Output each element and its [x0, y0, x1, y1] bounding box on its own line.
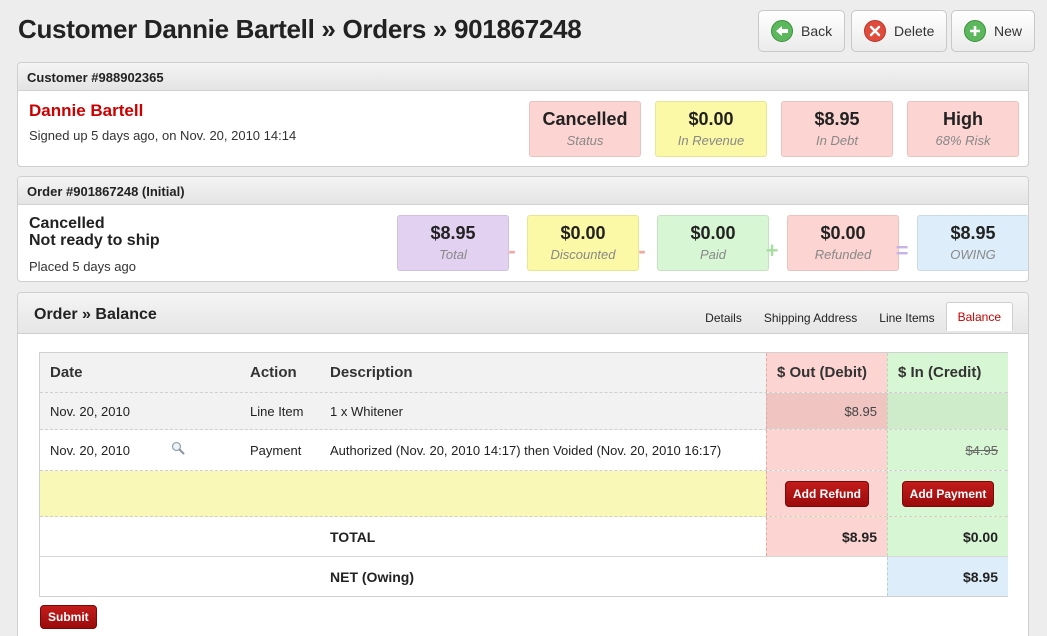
total-row: TOTAL $8.95 $0.00	[40, 517, 1008, 557]
col-action: Action	[250, 364, 297, 381]
row-out: $8.95	[766, 393, 887, 429]
row-in: $4.95	[887, 430, 1008, 470]
stat-value: $8.95	[950, 223, 996, 243]
add-payment-button[interactable]: Add Payment	[901, 480, 995, 507]
order-panel-header: Order #901867248 (Initial)	[18, 177, 1028, 205]
stat-value: $0.00	[688, 109, 734, 129]
stat-label: Refunded	[814, 247, 872, 262]
balance-table-header: Date Action Description $ Out (Debit) $ …	[40, 353, 1008, 393]
back-button-label: Back	[801, 23, 833, 39]
row-description: 1 x Whitener	[330, 403, 403, 419]
back-button[interactable]: Back	[758, 10, 846, 52]
balance-table: Date Action Description $ Out (Debit) $ …	[39, 352, 1008, 597]
stat-label: Discounted	[550, 247, 616, 262]
balance-title-balance: Balance	[95, 306, 157, 323]
stat-value: $8.95	[814, 109, 860, 129]
col-in-credit: $ In (Credit)	[887, 353, 1008, 392]
balance-title-order: Order	[34, 306, 78, 323]
new-button-label: New	[994, 23, 1023, 39]
submit-button[interactable]: Submit	[40, 605, 97, 629]
order-status-line1: Cancelled	[29, 215, 105, 232]
order-owing-stat: $8.95 OWING	[917, 215, 1028, 271]
row-out	[766, 430, 887, 470]
balance-panel: Order » Balance Details Shipping Address…	[17, 292, 1029, 636]
add-refund-cell: Add Refund	[766, 471, 887, 516]
table-row: Nov. 20, 2010 Line Item 1 x Whitener $8.…	[40, 393, 1008, 430]
row-date: Nov. 20, 2010	[50, 403, 130, 419]
stat-value: $0.00	[560, 223, 606, 243]
customer-revenue-stat: $0.00 In Revenue	[655, 101, 767, 157]
balance-panel-header: Order » Balance Details Shipping Address…	[18, 293, 1028, 334]
row-action: Payment	[250, 442, 302, 458]
balance-tabs: Details Shipping Address Line Items Bala…	[694, 301, 1013, 331]
col-out-debit: $ Out (Debit)	[766, 353, 887, 392]
customer-panel-header: Customer #988902365	[18, 63, 1028, 91]
new-button[interactable]: New	[951, 10, 1036, 52]
col-date: Date	[50, 364, 83, 381]
table-row: Nov. 20, 2010 Payment Authorized (Nov. 2…	[40, 430, 1008, 471]
minus-operator: -	[508, 238, 516, 263]
plus-operator: +	[765, 238, 779, 263]
customer-panel: Customer #988902365 Dannie Bartell Signe…	[17, 62, 1029, 167]
add-refund-button[interactable]: Add Refund	[785, 480, 869, 507]
net-value: $8.95	[887, 557, 1008, 596]
stat-label: Total	[439, 247, 467, 262]
order-status: Cancelled Not ready to ship	[29, 215, 160, 249]
stat-label: In Debt	[816, 133, 858, 148]
equals-operator: =	[895, 238, 909, 263]
stat-label: In Revenue	[677, 133, 745, 148]
row-description: Authorized (Nov. 20, 2010 14:17) then Vo…	[330, 442, 722, 458]
page-title: Customer Dannie Bartell » Orders » 90186…	[18, 14, 582, 44]
plus-icon	[964, 20, 986, 42]
stat-value: $0.00	[820, 223, 866, 243]
delete-button[interactable]: Delete	[851, 10, 948, 52]
add-actions-row: Add Refund Add Payment	[40, 471, 1008, 517]
customer-risk-stat: High 68% Risk	[907, 101, 1019, 157]
order-status-line2: Not ready to ship	[29, 232, 160, 249]
total-in: $0.00	[887, 517, 1008, 556]
customer-debt-stat: $8.95 In Debt	[781, 101, 893, 157]
customer-signup-text: Signed up 5 days ago, on Nov. 20, 2010 1…	[29, 128, 297, 143]
customer-status-stat: Cancelled Status	[529, 101, 641, 157]
net-row: NET (Owing) $8.95	[40, 557, 1008, 596]
order-placed-text: Placed 5 days ago	[29, 259, 136, 274]
net-label: NET (Owing)	[330, 568, 414, 585]
stat-value: $8.95	[430, 223, 476, 243]
total-label: TOTAL	[330, 528, 376, 545]
row-in	[887, 393, 1008, 429]
order-refunded-stat: $0.00 Refunded	[787, 215, 899, 271]
order-discounted-stat: $0.00 Discounted	[527, 215, 639, 271]
stat-label: 68% Risk	[935, 133, 991, 148]
col-description: Description	[330, 364, 413, 381]
customer-name-link[interactable]: Dannie Bartell	[29, 101, 143, 121]
stat-label: Paid	[699, 247, 727, 262]
delete-icon	[864, 20, 886, 42]
balance-title: Order » Balance	[34, 306, 157, 324]
add-payment-cell: Add Payment	[887, 471, 1008, 516]
tab-balance[interactable]: Balance	[945, 302, 1013, 331]
back-arrow-icon	[771, 20, 793, 42]
stat-label: Status	[566, 133, 604, 148]
total-out: $8.95	[766, 517, 887, 556]
stat-value: High	[943, 109, 983, 129]
tab-details[interactable]: Details	[694, 306, 753, 330]
order-panel: Order #901867248 (Initial) Cancelled Not…	[17, 176, 1029, 282]
stat-value: $0.00	[690, 223, 736, 243]
row-action: Line Item	[250, 403, 304, 419]
order-total-stat: $8.95 Total	[397, 215, 509, 271]
row-date: Nov. 20, 2010	[50, 442, 130, 458]
minus-operator: -	[638, 238, 646, 263]
tab-shipping-address[interactable]: Shipping Address	[753, 306, 868, 330]
balance-title-separator: »	[82, 306, 91, 323]
order-paid-stat: $0.00 Paid	[657, 215, 769, 271]
delete-button-label: Delete	[894, 23, 935, 39]
stat-value: Cancelled	[542, 109, 628, 129]
stat-label: OWING	[950, 247, 996, 262]
tab-line-items[interactable]: Line Items	[868, 306, 945, 330]
magnifier-icon[interactable]	[171, 441, 185, 455]
